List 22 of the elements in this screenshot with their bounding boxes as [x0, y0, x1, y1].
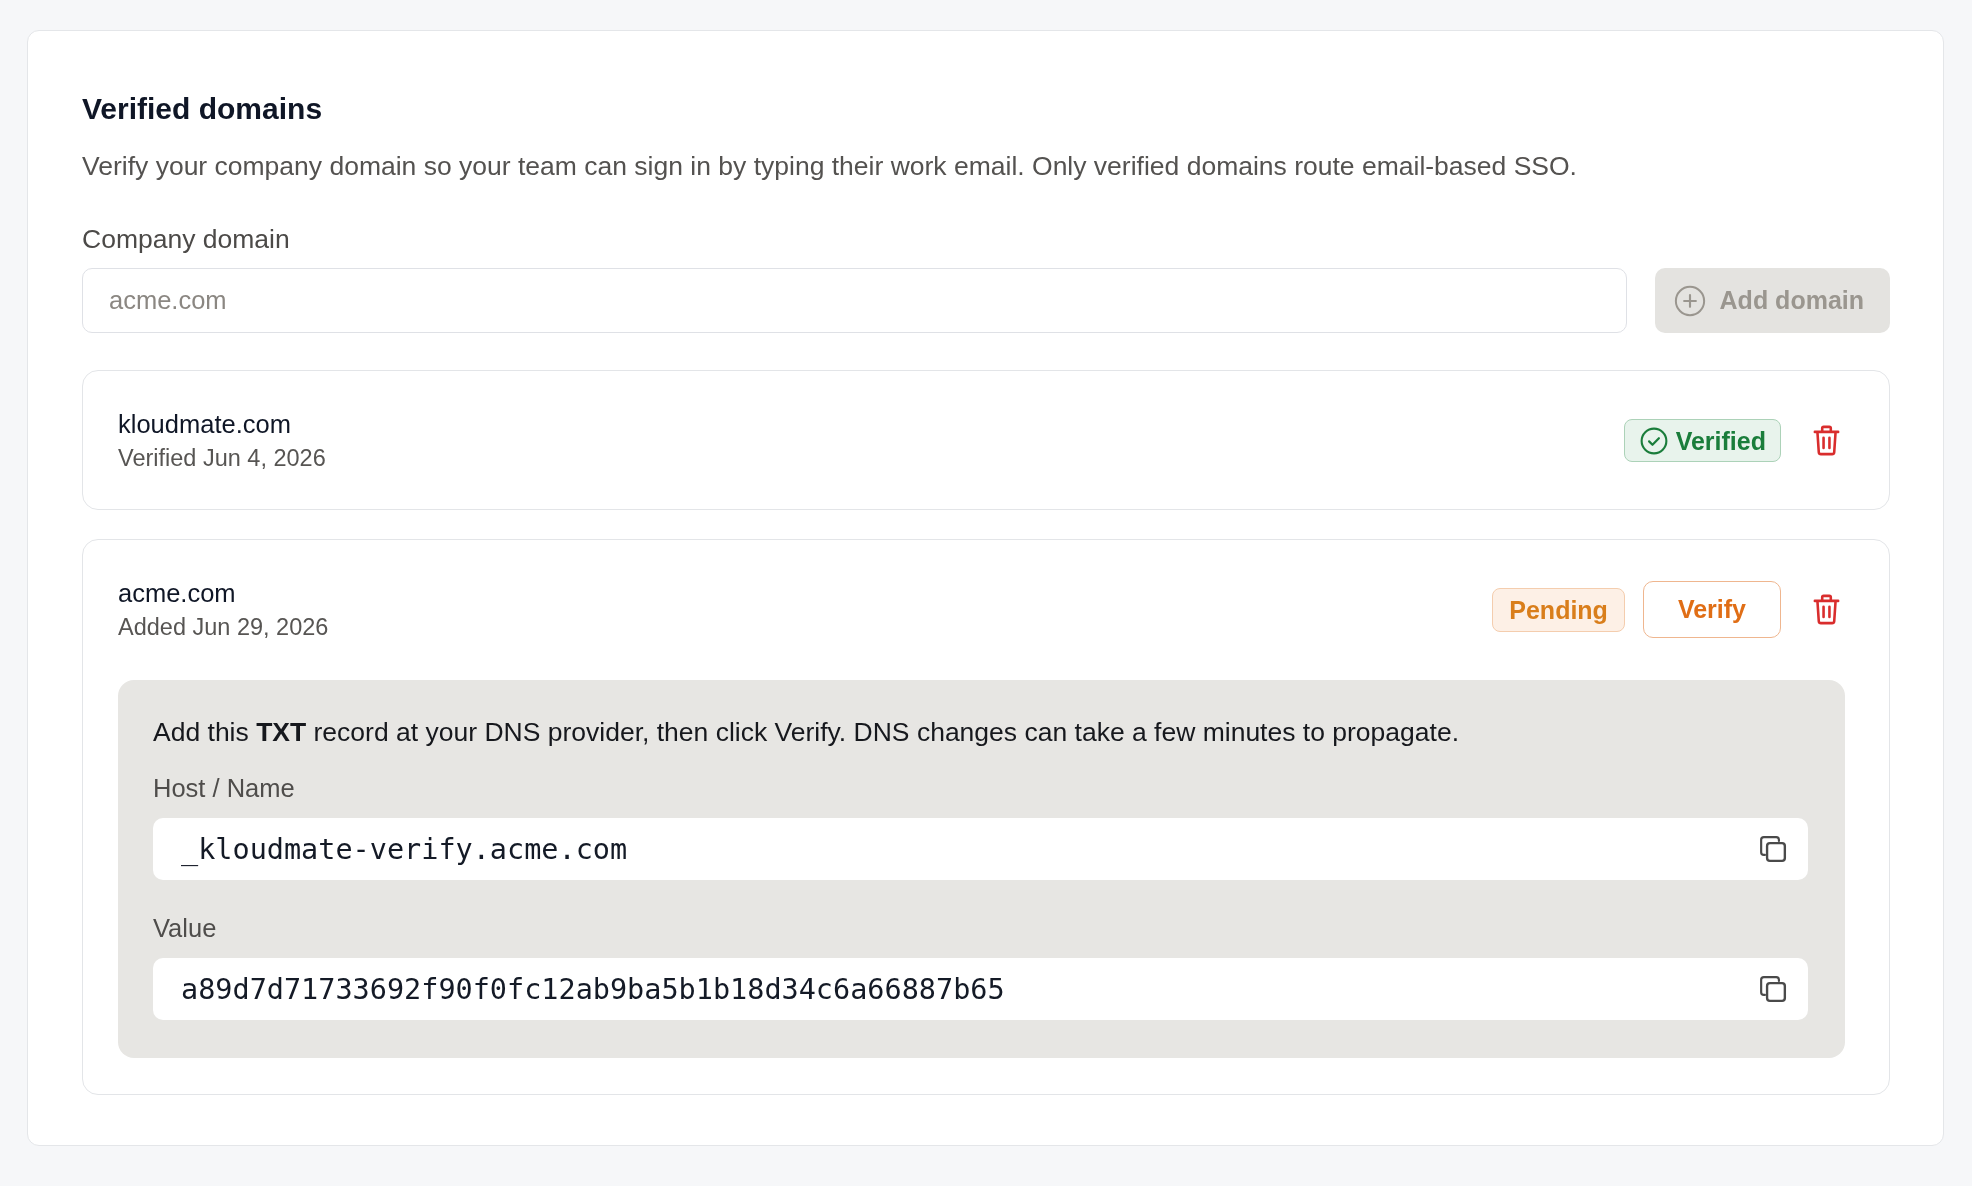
record-value: _kloudmate-verify.acme.com [181, 832, 628, 866]
dns-instruction: Add this TXT record at your DNS provider, then click Verify. DNS changes can take a few minutes to propagate. [153, 716, 1460, 748]
status-label: Verified [1675, 425, 1766, 456]
record-label: Host / Name [153, 773, 296, 804]
domain-name: acme.com [118, 578, 237, 609]
plus-circle-icon [1673, 284, 1706, 317]
section-title: Verified domains [82, 91, 324, 127]
status-label: Pending [1509, 594, 1608, 625]
domain-date: Verified Jun 4, 2026 [118, 444, 326, 473]
verify-button[interactable]: Verify [1642, 581, 1781, 638]
copy-icon [1759, 835, 1787, 863]
field-label: Company domain [82, 223, 291, 255]
section-description: Verify your company domain so your team can sign in by typing their work email. Only verified domains route email-based SSO. [82, 150, 1578, 183]
trash-icon [1813, 425, 1840, 456]
record-value: a89d7d71733692f90f0fc12ab9ba5b1b18d34c6a66887b65 [181, 972, 1005, 1006]
domain-date: Added Jun 29, 2026 [118, 613, 329, 642]
domain-input[interactable]: acme.com [82, 268, 1627, 333]
record-label: Value [153, 913, 218, 944]
check-circle-icon [1639, 426, 1668, 455]
trash-icon [1813, 594, 1840, 625]
copy-icon [1759, 975, 1787, 1003]
domain-name: kloudmate.com [118, 409, 292, 440]
